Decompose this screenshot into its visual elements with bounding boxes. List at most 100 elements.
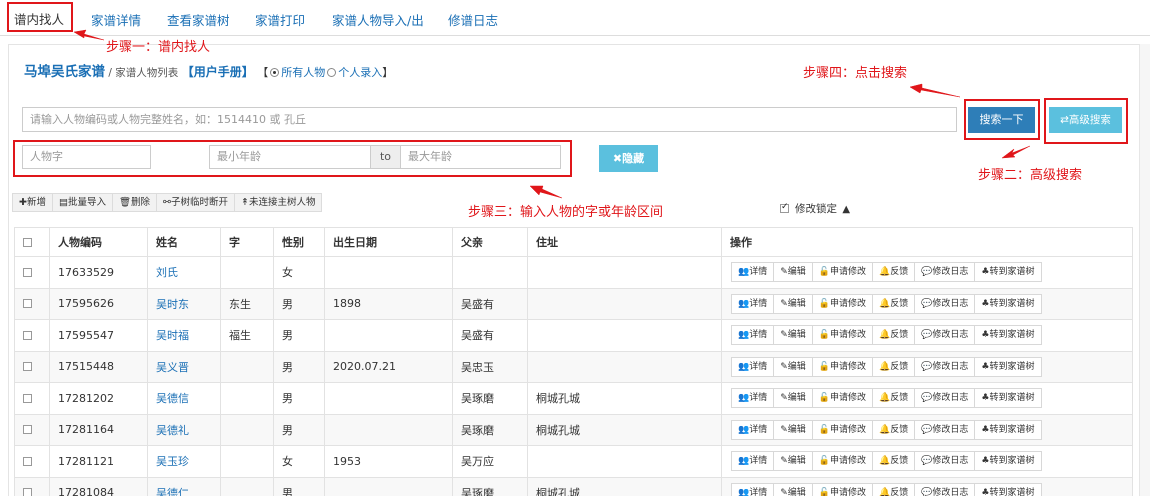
- batch-import-button[interactable]: ▤批量导入: [51, 193, 113, 212]
- op-goto-tree-button[interactable]: ♣转到家谱树: [974, 356, 1042, 377]
- delete-button[interactable]: 🗑删除: [111, 193, 158, 212]
- cell-name[interactable]: 吴时东: [147, 287, 221, 320]
- subtree-disconnect-button[interactable]: ⚯子树临时断开: [156, 193, 235, 212]
- hide-filter-button[interactable]: ✖隐藏: [599, 145, 658, 172]
- op-revision-log-button[interactable]: 💬修改日志: [914, 482, 976, 496]
- op-details-button[interactable]: 👥详情: [731, 293, 775, 314]
- radio-all-persons-label[interactable]: 所有人物: [281, 66, 325, 79]
- cell-name[interactable]: 吴玉珍: [147, 445, 221, 478]
- op-revision-log-button[interactable]: 💬修改日志: [914, 419, 976, 440]
- add-person-button[interactable]: ✚新增: [12, 193, 53, 212]
- cell-name[interactable]: 吴德礼: [147, 413, 221, 446]
- cell-name[interactable]: 吴义晋: [147, 350, 221, 383]
- op-feedback-button[interactable]: 🔔反馈: [871, 262, 916, 283]
- op-details-button[interactable]: 👥详情: [731, 482, 775, 496]
- op-edit-button[interactable]: ✎编辑: [773, 388, 813, 409]
- op-goto-tree-button[interactable]: ♣转到家谱树: [974, 325, 1042, 346]
- cell-name-text[interactable]: 吴德礼: [156, 424, 189, 437]
- row-checkbox[interactable]: [23, 330, 32, 340]
- radio-personal-entry[interactable]: [327, 68, 337, 77]
- row-checkbox[interactable]: [23, 393, 32, 403]
- vertical-scrollbar[interactable]: [1139, 44, 1150, 496]
- op-feedback-button[interactable]: 🔔反馈: [871, 356, 916, 377]
- row-checkbox[interactable]: [23, 425, 32, 435]
- op-revision-log-button[interactable]: 💬修改日志: [914, 356, 976, 377]
- col-header-address[interactable]: 住址: [527, 227, 722, 257]
- radio-all-persons[interactable]: [270, 68, 280, 77]
- row-checkbox[interactable]: [23, 362, 32, 372]
- cell-name-text[interactable]: 吴德信: [156, 392, 189, 405]
- col-header-birth[interactable]: 出生日期: [324, 227, 453, 257]
- col-header-gender[interactable]: 性别: [273, 227, 325, 257]
- tab-revision-log[interactable]: 修谱日志: [448, 10, 498, 29]
- op-feedback-button[interactable]: 🔔反馈: [871, 482, 916, 496]
- cell-name-text[interactable]: 吴时东: [156, 298, 189, 311]
- op-request-edit-button[interactable]: 🔓申请修改: [811, 262, 873, 283]
- search-input[interactable]: 请输入人物编码或人物完整姓名，如：1514410 或 孔丘: [22, 107, 957, 132]
- row-checkbox[interactable]: [23, 299, 32, 309]
- op-request-edit-button[interactable]: 🔓申请修改: [811, 356, 873, 377]
- cell-name-text[interactable]: 吴义晋: [156, 361, 189, 374]
- cell-name[interactable]: 吴德信: [147, 382, 221, 415]
- op-details-button[interactable]: 👥详情: [731, 419, 775, 440]
- op-goto-tree-button[interactable]: ♣转到家谱树: [974, 482, 1042, 496]
- unlinked-persons-button[interactable]: ↟未连接主树人物: [233, 193, 323, 212]
- op-revision-log-button[interactable]: 💬修改日志: [914, 451, 976, 472]
- tab-import-export-persons[interactable]: 家谱人物导入/出: [332, 10, 424, 29]
- cell-name[interactable]: 刘氏: [147, 256, 221, 289]
- op-details-button[interactable]: 👥详情: [731, 262, 775, 283]
- op-goto-tree-button[interactable]: ♣转到家谱树: [974, 262, 1042, 283]
- op-details-button[interactable]: 👥详情: [731, 356, 775, 377]
- op-feedback-button[interactable]: 🔔反馈: [871, 325, 916, 346]
- op-request-edit-button[interactable]: 🔓申请修改: [811, 419, 873, 440]
- col-header-name[interactable]: 姓名: [147, 227, 221, 257]
- op-revision-log-button[interactable]: 💬修改日志: [914, 325, 976, 346]
- op-revision-log-button[interactable]: 💬修改日志: [914, 262, 976, 283]
- select-all-checkbox[interactable]: [23, 237, 32, 247]
- op-request-edit-button[interactable]: 🔓申请修改: [811, 482, 873, 496]
- col-header-zi[interactable]: 字: [220, 227, 274, 257]
- cell-name-text[interactable]: 吴玉珍: [156, 455, 189, 468]
- radio-personal-entry-label[interactable]: 个人录入: [338, 66, 382, 79]
- col-header-father[interactable]: 父亲: [452, 227, 528, 257]
- op-revision-log-button[interactable]: 💬修改日志: [914, 293, 976, 314]
- tab-genealogy-print[interactable]: 家谱打印: [255, 10, 305, 29]
- op-feedback-button[interactable]: 🔔反馈: [871, 451, 916, 472]
- op-feedback-button[interactable]: 🔔反馈: [871, 293, 916, 314]
- op-details-button[interactable]: 👥详情: [731, 325, 775, 346]
- op-goto-tree-button[interactable]: ♣转到家谱树: [974, 419, 1042, 440]
- user-manual-link[interactable]: 【用户手册】: [182, 65, 254, 79]
- op-request-edit-button[interactable]: 🔓申请修改: [811, 451, 873, 472]
- op-request-edit-button[interactable]: 🔓申请修改: [811, 325, 873, 346]
- op-goto-tree-button[interactable]: ♣转到家谱树: [974, 388, 1042, 409]
- op-request-edit-button[interactable]: 🔓申请修改: [811, 388, 873, 409]
- tab-view-family-tree[interactable]: 查看家谱树: [167, 10, 230, 29]
- row-checkbox[interactable]: [23, 456, 32, 466]
- op-edit-button[interactable]: ✎编辑: [773, 451, 813, 472]
- col-header-id[interactable]: 人物编码: [49, 227, 148, 257]
- cell-name-text[interactable]: 刘氏: [156, 266, 178, 279]
- row-checkbox[interactable]: [23, 267, 32, 277]
- cell-name[interactable]: 吴德仁: [147, 476, 221, 496]
- op-goto-tree-button[interactable]: ♣转到家谱树: [974, 293, 1042, 314]
- cell-name[interactable]: 吴时福: [147, 319, 221, 352]
- op-feedback-button[interactable]: 🔔反馈: [871, 419, 916, 440]
- op-edit-button[interactable]: ✎编辑: [773, 356, 813, 377]
- op-edit-button[interactable]: ✎编辑: [773, 262, 813, 283]
- op-goto-tree-button[interactable]: ♣转到家谱树: [974, 451, 1042, 472]
- cell-name-text[interactable]: 吴时福: [156, 329, 189, 342]
- op-edit-button[interactable]: ✎编辑: [773, 419, 813, 440]
- op-edit-button[interactable]: ✎编辑: [773, 325, 813, 346]
- op-edit-button[interactable]: ✎编辑: [773, 293, 813, 314]
- cell-name-text[interactable]: 吴德仁: [156, 487, 189, 496]
- tab-genealogy-details[interactable]: 家谱详情: [91, 10, 141, 29]
- row-checkbox[interactable]: [23, 488, 32, 496]
- op-details-button[interactable]: 👥详情: [731, 451, 775, 472]
- edit-lock-toggle[interactable]: 修改锁定 ▲: [780, 201, 850, 216]
- op-edit-button[interactable]: ✎编辑: [773, 482, 813, 496]
- op-details-button[interactable]: 👥详情: [731, 388, 775, 409]
- op-feedback-button[interactable]: 🔔反馈: [871, 388, 916, 409]
- op-request-edit-button[interactable]: 🔓申请修改: [811, 293, 873, 314]
- op-revision-log-button[interactable]: 💬修改日志: [914, 388, 976, 409]
- edit-lock-checkbox[interactable]: [780, 202, 789, 213]
